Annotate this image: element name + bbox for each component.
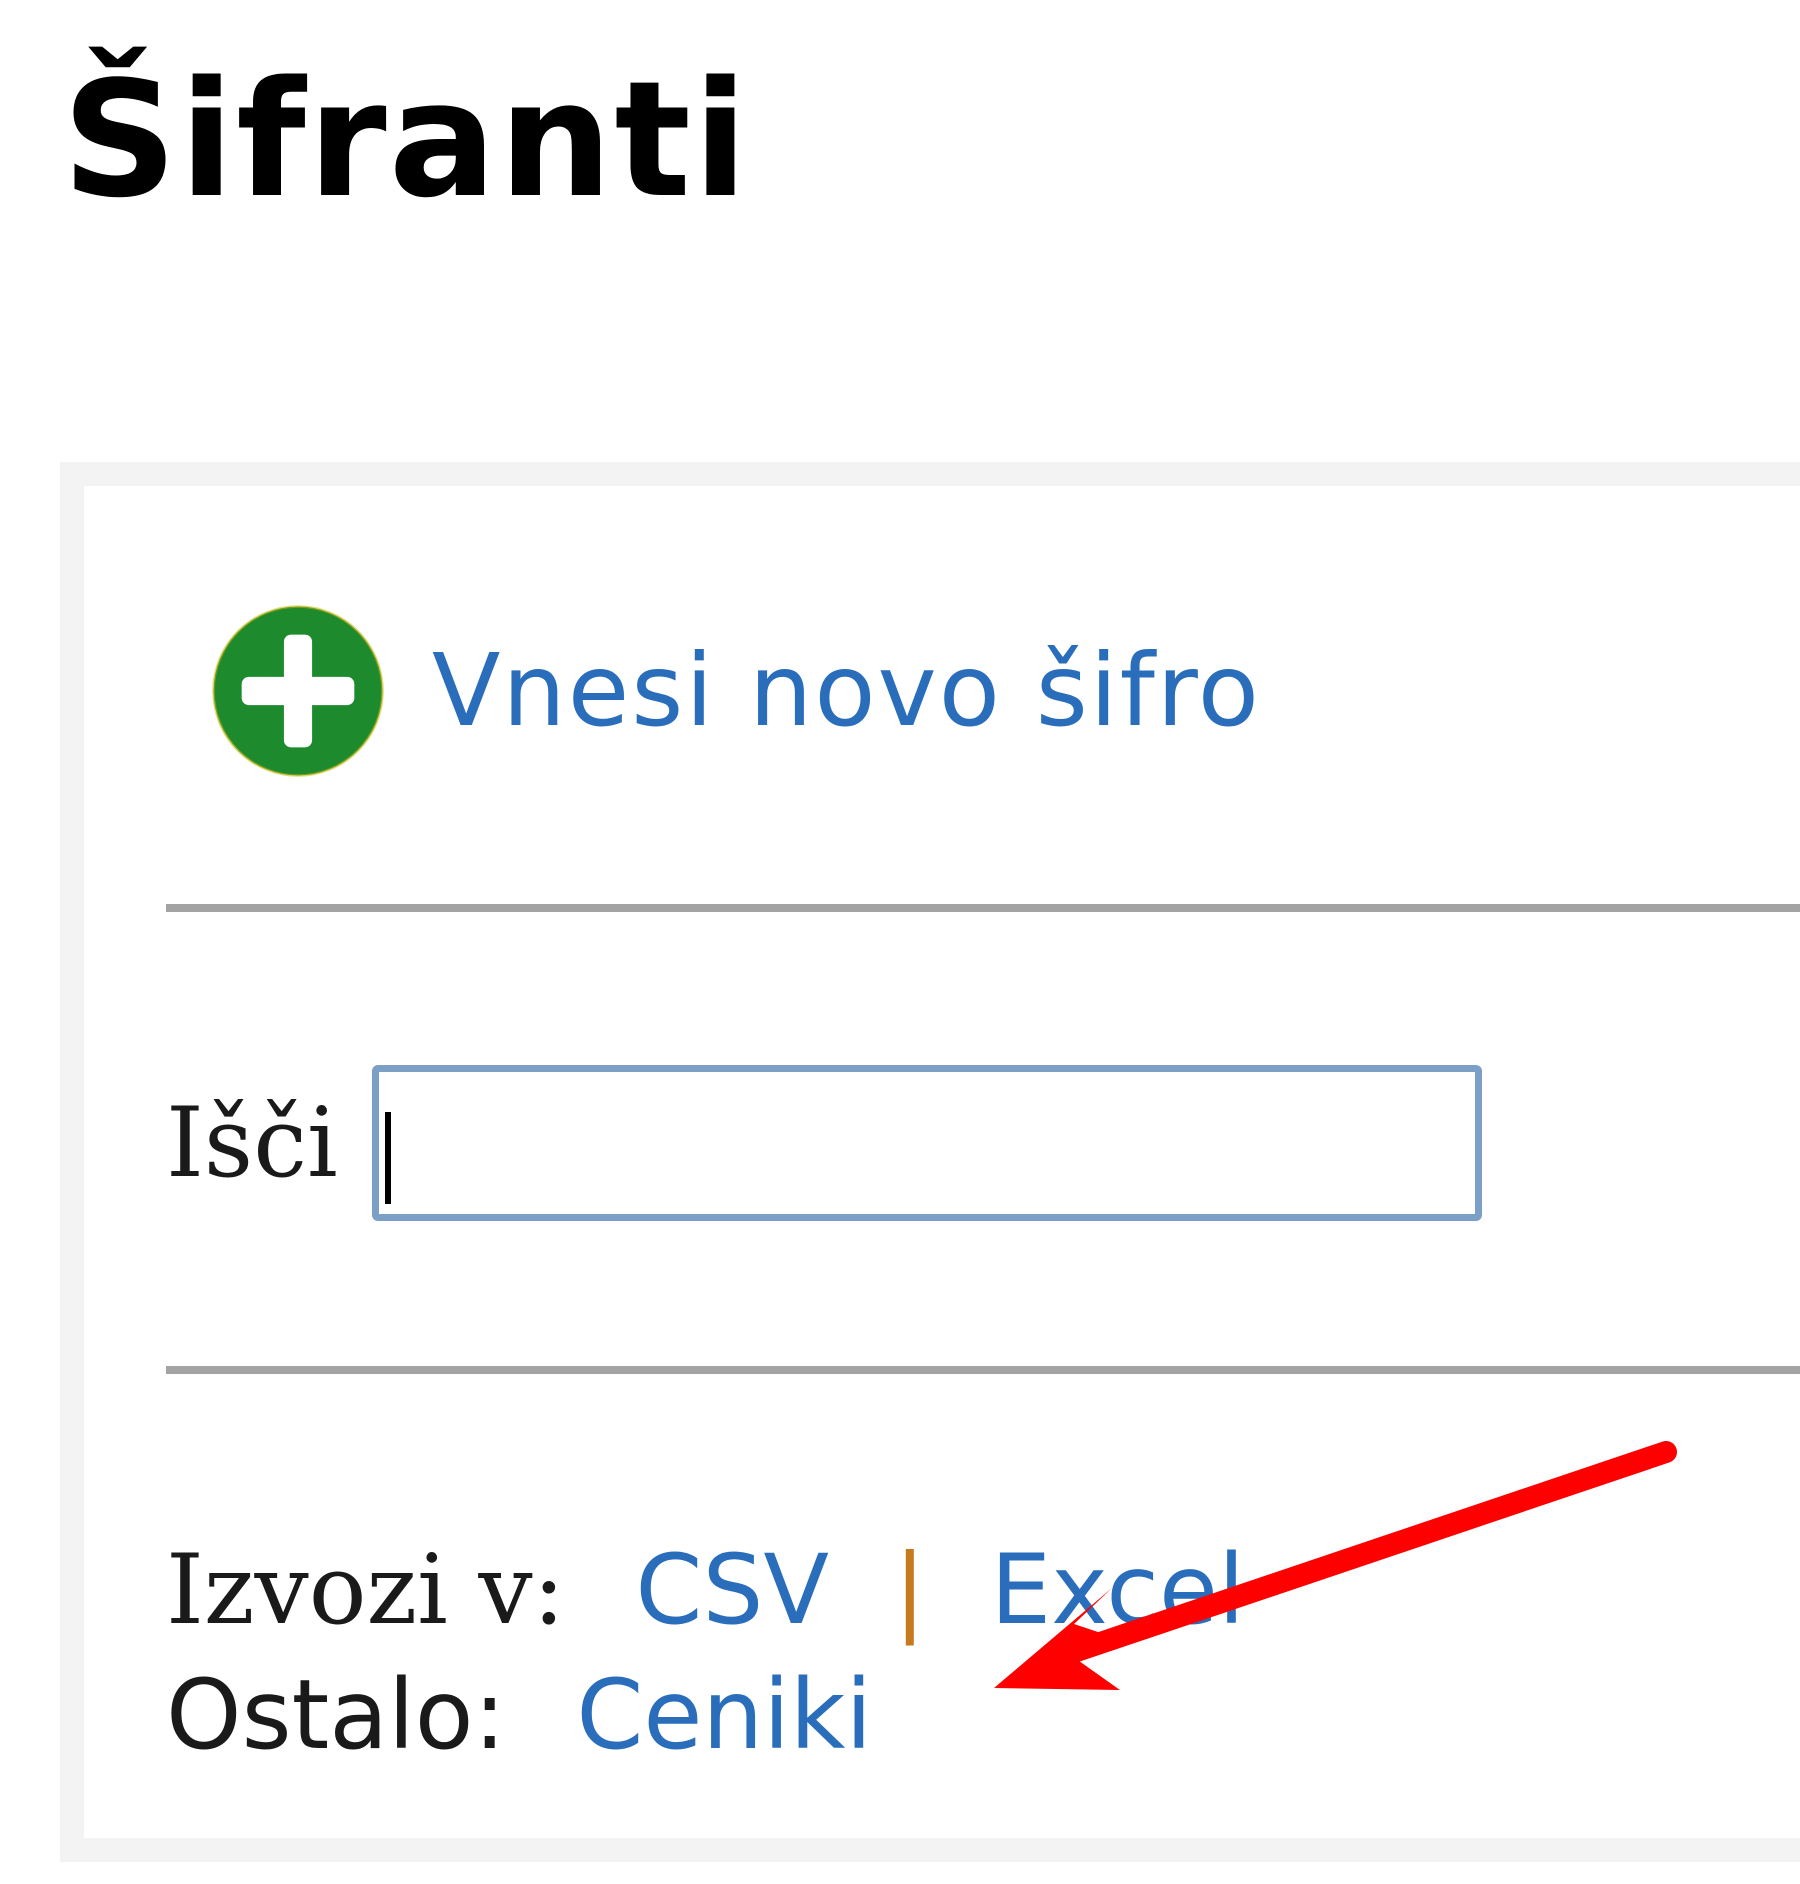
add-new-code-link[interactable]: Vnesi novo šifro [210,602,1261,780]
other-label: Ostalo: [166,1659,506,1771]
export-excel-link[interactable]: Excel [990,1534,1244,1646]
add-new-code-label: Vnesi novo šifro [432,632,1261,749]
export-separator: | [893,1534,926,1646]
divider-top [166,904,1800,912]
search-row: Išči [166,1058,1482,1228]
text-caret [385,1112,391,1204]
search-label: Išči [166,1087,338,1199]
export-csv-link[interactable]: CSV [635,1534,829,1646]
export-row: Izvozi v: CSV | Excel [166,1530,1245,1650]
export-label: Izvozi v: [166,1534,565,1646]
search-input[interactable] [371,1065,1482,1221]
price-lists-link[interactable]: Ceniki [576,1659,872,1771]
plus-circle-icon [212,605,384,777]
divider-bottom [166,1366,1800,1374]
other-row: Ostalo: Ceniki [166,1655,872,1775]
page-title: Šifranti [62,46,750,233]
